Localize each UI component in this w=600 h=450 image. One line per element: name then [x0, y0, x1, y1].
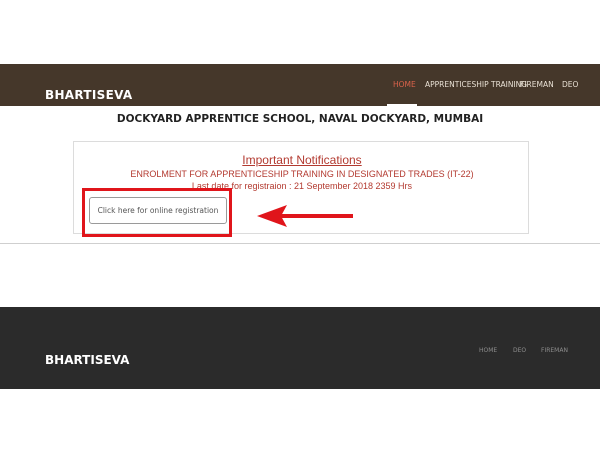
nav-home[interactable]: HOME	[393, 80, 416, 89]
online-registration-button[interactable]: Click here for online registration	[89, 197, 227, 224]
notification-title: Important Notifications	[242, 153, 362, 167]
footer-nav-fireman[interactable]: FIREMAN	[541, 347, 568, 354]
active-nav-indicator	[387, 104, 417, 106]
footer: BHARTISEVA HOME DEO FIREMAN	[0, 307, 600, 389]
footer-brand[interactable]: BHARTISEVA	[45, 353, 129, 367]
nav-fireman[interactable]: FIREMAN	[520, 80, 554, 89]
footer-nav-home[interactable]: HOME	[479, 347, 497, 354]
nav-apprenticeship-training[interactable]: APPRENTICESHIP TRAINING	[425, 80, 527, 89]
notification-enrolment-text: ENROLMENT FOR APPRENTICESHIP TRAINING IN…	[130, 169, 474, 179]
nav-links: HOME APPRENTICESHIP TRAINING FIREMAN DEO	[0, 64, 600, 106]
pointer-arrow-icon	[257, 205, 353, 227]
content-divider	[0, 243, 600, 244]
nav-deo[interactable]: DEO	[562, 80, 578, 89]
top-navbar: BHARTISEVA HOME APPRENTICESHIP TRAINING …	[0, 64, 600, 106]
page-heading: DOCKYARD APPRENTICE SCHOOL, NAVAL DOCKYA…	[116, 113, 484, 125]
footer-nav-deo[interactable]: DEO	[513, 347, 526, 354]
